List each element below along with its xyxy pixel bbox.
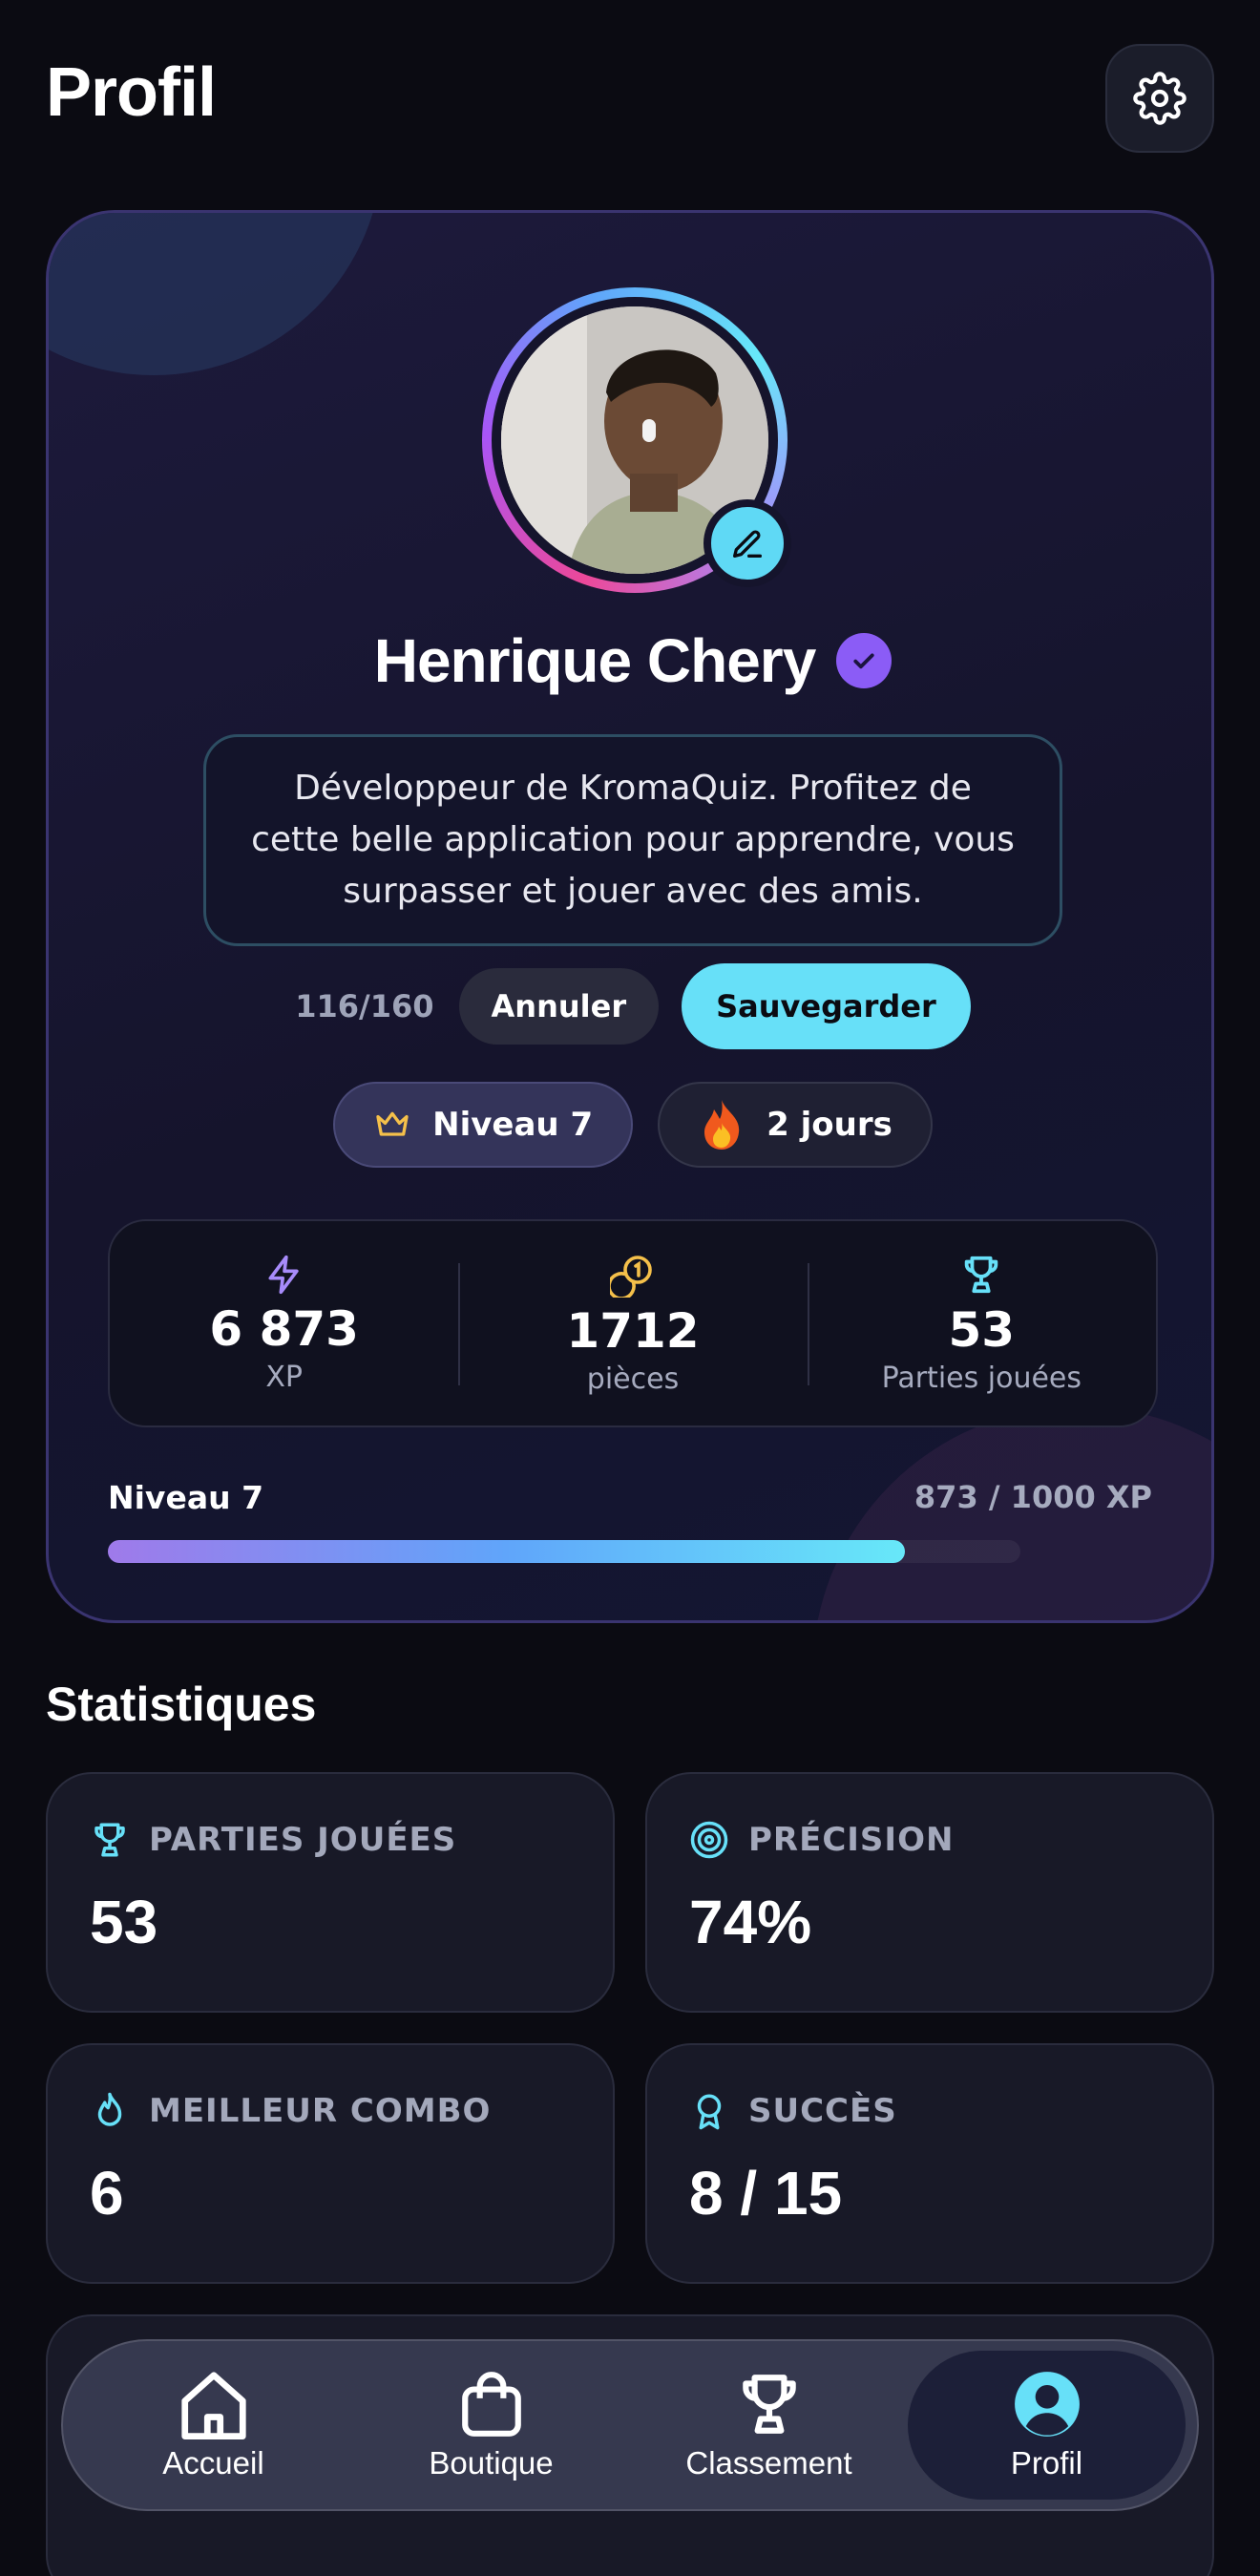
- flame-icon: [97, 2092, 122, 2126]
- xp-stat: 6 873 XP: [110, 1221, 458, 1425]
- summary-stats: 6 873 XP 1712 pièces 53 Parties jouées: [108, 1219, 1158, 1427]
- nav-label: Classement: [685, 2445, 852, 2481]
- save-button[interactable]: Sauvegarder: [682, 963, 971, 1049]
- stat-title: PRÉCISION: [748, 1821, 955, 1859]
- stat-title: MEILLEUR COMBO: [149, 2092, 492, 2130]
- shopping-bag-icon: [461, 2372, 521, 2437]
- edit-avatar-button[interactable]: [704, 499, 791, 587]
- profile-name: Henrique Chery: [373, 626, 817, 695]
- bio-textarea[interactable]: Développeur de KromaQuiz. Profitez de ce…: [203, 734, 1062, 946]
- bio-text: Développeur de KromaQuiz. Profitez de ce…: [251, 769, 1015, 911]
- page-title: Profil: [46, 54, 217, 131]
- bottom-nav: Accueil Boutique Classement Profil: [61, 2339, 1199, 2511]
- coins-value: 1712: [566, 1302, 700, 1359]
- settings-button[interactable]: [1105, 44, 1214, 153]
- check-icon: [853, 653, 874, 669]
- stat-value: 74%: [689, 1888, 812, 1956]
- games-label: Parties jouées: [881, 1361, 1082, 1395]
- badges-row: Niveau 7 2 jours: [49, 1082, 1211, 1168]
- nav-label: Accueil: [162, 2445, 264, 2481]
- streak-badge-label: 2 jours: [766, 1106, 892, 1144]
- stat-value: 6: [90, 2159, 124, 2228]
- level-badge: Niveau 7: [333, 1082, 634, 1168]
- trophy-icon: [94, 1823, 125, 1857]
- stat-card-success: SUCCÈS 8 / 15: [645, 2043, 1214, 2284]
- coins-stat: 1712 pièces: [458, 1221, 807, 1425]
- crown-icon: [376, 1111, 409, 1136]
- char-counter: 116/160: [295, 988, 434, 1024]
- stat-value: 53: [90, 1888, 158, 1956]
- nav-label: Boutique: [429, 2445, 554, 2481]
- nav-label: Profil: [1010, 2445, 1083, 2481]
- stat-title: SUCCÈS: [748, 2092, 897, 2130]
- lightning-icon: [268, 1255, 299, 1294]
- level-progress-label: Niveau 7: [108, 1479, 264, 1516]
- games-stat: 53 Parties jouées: [807, 1221, 1156, 1425]
- name-row: Henrique Chery: [49, 625, 1211, 696]
- nav-item-ranking[interactable]: Classement: [630, 2351, 908, 2500]
- user-circle-icon: [1014, 2372, 1080, 2437]
- streak-badge: 2 jours: [658, 1082, 933, 1168]
- level-badge-label: Niveau 7: [432, 1106, 594, 1144]
- nav-item-shop[interactable]: Boutique: [352, 2351, 630, 2500]
- games-value: 53: [948, 1301, 1016, 1358]
- medal-icon: [697, 2094, 722, 2130]
- nav-item-home[interactable]: Accueil: [74, 2351, 352, 2500]
- coins-icon: [609, 1255, 652, 1298]
- coins-label: pièces: [586, 1362, 680, 1396]
- bio-edit-actions: 116/160 Annuler Sauvegarder: [49, 963, 1211, 1049]
- xp-label: XP: [265, 1360, 303, 1394]
- home-icon: [180, 2372, 246, 2439]
- xp-progress-bar: [108, 1540, 1020, 1563]
- xp-progress-fill: [108, 1540, 905, 1563]
- section-title: Statistiques: [46, 1678, 317, 1731]
- decorative-circle: [49, 213, 383, 375]
- pencil-icon: [733, 530, 762, 558]
- xp-progress-text: 873 / 1000 XP: [914, 1479, 1152, 1515]
- nav-item-profile[interactable]: Profil: [908, 2351, 1186, 2500]
- fire-icon: [704, 1100, 740, 1150]
- profile-card: Henrique Chery Développeur de KromaQuiz.…: [46, 210, 1214, 1623]
- target-icon: [690, 1821, 728, 1859]
- stat-card-games: PARTIES JOUÉES 53: [46, 1772, 615, 2013]
- trophy-icon: [742, 2375, 796, 2434]
- stat-value: 8 / 15: [689, 2159, 843, 2228]
- stat-card-combo: MEILLEUR COMBO 6: [46, 2043, 615, 2284]
- stat-title: PARTIES JOUÉES: [149, 1821, 457, 1859]
- gear-icon: [1133, 72, 1186, 125]
- cancel-button[interactable]: Annuler: [458, 968, 660, 1045]
- stat-card-accuracy: PRÉCISION 74%: [645, 1772, 1214, 2013]
- trophy-icon: [965, 1256, 998, 1293]
- xp-value: 6 873: [209, 1300, 359, 1357]
- verified-badge: [836, 633, 892, 688]
